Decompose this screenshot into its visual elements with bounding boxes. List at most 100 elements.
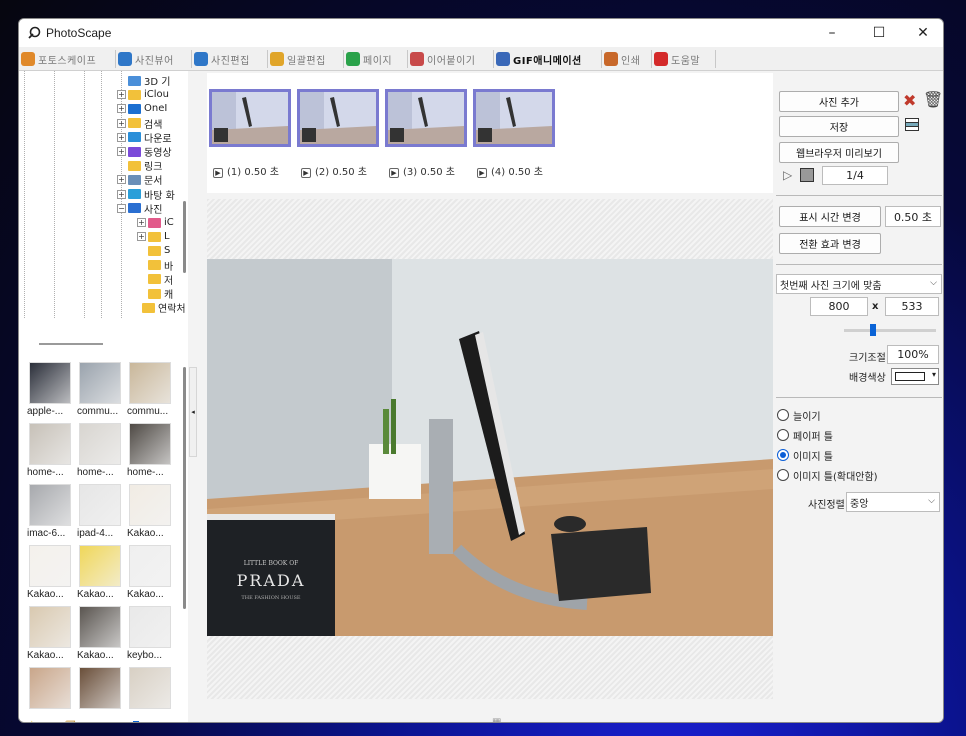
tree-item[interactable]: + iClou bbox=[117, 88, 169, 101]
tab-4[interactable]: 페이지 bbox=[346, 50, 408, 68]
rotate-icon[interactable]: ⟲ bbox=[46, 719, 56, 722]
gif-frame-thumbnail[interactable] bbox=[297, 89, 379, 147]
frame-mode-radio[interactable]: 페이퍼 틀 bbox=[777, 428, 833, 443]
add-photo-button[interactable]: 사진 추가 bbox=[779, 91, 899, 112]
thumbnail-item[interactable]: Kakao... bbox=[77, 606, 124, 664]
expand-toggle-icon[interactable]: + bbox=[117, 132, 126, 142]
thumbnail-item[interactable] bbox=[127, 667, 174, 714]
frame-duration-label[interactable]: ▶ (3) 0.50 초 bbox=[389, 163, 455, 178]
thumbnail-image[interactable] bbox=[29, 423, 71, 465]
radio-indicator[interactable] bbox=[777, 449, 789, 461]
expand-toggle-icon[interactable]: + bbox=[117, 104, 126, 114]
tree-item[interactable]: + 동영상 bbox=[117, 145, 172, 159]
close-button[interactable]: ✕ bbox=[901, 19, 943, 47]
stop-icon[interactable] bbox=[800, 168, 814, 182]
thumbnail-item[interactable]: home-... bbox=[77, 423, 124, 481]
thumbnail-image[interactable] bbox=[29, 484, 71, 526]
radio-indicator[interactable] bbox=[777, 409, 789, 421]
expand-toggle-icon[interactable]: + bbox=[117, 175, 126, 185]
tree-item[interactable]: − 사진 bbox=[117, 202, 162, 216]
maximize-button[interactable]: ☐ bbox=[857, 19, 901, 47]
thumbnail-item[interactable]: commu... bbox=[77, 362, 124, 420]
star-icon[interactable]: ★ bbox=[26, 719, 38, 722]
tree-item[interactable]: + OneI bbox=[117, 102, 167, 115]
panel-splitter[interactable] bbox=[39, 343, 103, 345]
expand-toggle-icon[interactable]: + bbox=[137, 232, 146, 242]
frame-mode-radio[interactable]: 이미지 틀 bbox=[777, 448, 833, 463]
tree-item[interactable]: + 문서 bbox=[117, 173, 162, 187]
tab-7[interactable]: 인쇄 bbox=[604, 50, 652, 68]
tree-item[interactable]: + iC bbox=[137, 216, 174, 229]
thumbnail-scrollbar[interactable] bbox=[183, 367, 186, 609]
thumbnail-item[interactable]: commu... bbox=[127, 362, 174, 420]
thumbnail-image[interactable] bbox=[79, 606, 121, 648]
browser-preview-button[interactable]: 웹브라우저 미리보기 bbox=[779, 142, 899, 163]
change-display-time-button[interactable]: 표시 시간 변경 bbox=[779, 206, 881, 227]
tree-item[interactable]: 3D 기 bbox=[117, 74, 170, 88]
tree-scrollbar[interactable] bbox=[183, 201, 186, 273]
thumbnail-image[interactable] bbox=[129, 606, 171, 648]
minimize-button[interactable]: – bbox=[810, 19, 854, 47]
tree-item[interactable]: S bbox=[137, 244, 170, 257]
thumbnail-image[interactable] bbox=[129, 545, 171, 587]
frame-list-icon[interactable] bbox=[905, 118, 919, 131]
thumbnail-image[interactable] bbox=[29, 545, 71, 587]
size-slider[interactable] bbox=[844, 329, 936, 332]
frame-duration-label[interactable]: ▶ (4) 0.50 초 bbox=[477, 163, 543, 178]
collapse-left-panel-button[interactable]: ◂ bbox=[189, 367, 197, 457]
thumbnail-item[interactable]: apple-... bbox=[27, 362, 74, 420]
size-slider-thumb[interactable] bbox=[870, 324, 876, 336]
tree-item[interactable]: 연락처 bbox=[131, 301, 186, 315]
tab-3[interactable]: 일괄편집 bbox=[270, 50, 344, 68]
bg-color-picker[interactable]: ▾ bbox=[891, 368, 939, 385]
tree-item[interactable]: + 바탕 화 bbox=[117, 188, 175, 202]
gif-frame-thumbnail[interactable] bbox=[209, 89, 291, 147]
frame-duration-label[interactable]: ▶ (2) 0.50 초 bbox=[301, 163, 367, 178]
thumbnail-image[interactable] bbox=[79, 484, 121, 526]
thumbnail-item[interactable]: home-... bbox=[127, 423, 174, 481]
thumbnail-item[interactable]: imac-6... bbox=[27, 484, 74, 542]
thumbnail-image[interactable] bbox=[129, 362, 171, 404]
checker-background-icon[interactable]: ▦ bbox=[492, 717, 501, 722]
thumbnail-item[interactable]: Kakao... bbox=[77, 545, 124, 603]
resize-field[interactable]: 100% bbox=[887, 345, 939, 364]
frame-duration-label[interactable]: ▶ (1) 0.50 초 bbox=[213, 163, 279, 178]
thumbnail-item[interactable]: home-... bbox=[27, 423, 74, 481]
tree-item[interactable]: + 다운로 bbox=[117, 131, 172, 145]
thumbnail-item[interactable]: Kakao... bbox=[127, 545, 174, 603]
thumbnail-image[interactable] bbox=[79, 423, 121, 465]
save-button[interactable]: 저장 bbox=[779, 116, 899, 137]
gif-frame-thumbnail[interactable] bbox=[473, 89, 555, 147]
tree-item[interactable]: 저 bbox=[137, 273, 173, 287]
thumbnail-item[interactable] bbox=[77, 667, 124, 714]
radio-indicator[interactable] bbox=[777, 469, 789, 481]
tab-1[interactable]: 사진뷰어 bbox=[118, 50, 192, 68]
tab-0[interactable]: 포토스케이프 bbox=[21, 50, 116, 68]
thumbnail-image[interactable] bbox=[79, 667, 121, 709]
thumbnail-image[interactable] bbox=[129, 484, 171, 526]
radio-indicator[interactable] bbox=[777, 429, 789, 441]
tree-item[interactable]: 링크 bbox=[117, 159, 162, 173]
expand-toggle-icon[interactable]: − bbox=[117, 203, 126, 213]
tree-item[interactable]: + L bbox=[137, 230, 170, 243]
tab-8[interactable]: 도움말 bbox=[654, 50, 716, 68]
expand-toggle-icon[interactable]: + bbox=[137, 218, 146, 227]
thumbnail-size-slider-thumb[interactable] bbox=[133, 721, 139, 722]
tree-item[interactable]: 캐 bbox=[137, 287, 173, 301]
folder-open-icon[interactable]: ❐ bbox=[65, 719, 76, 722]
thumbnail-image[interactable] bbox=[29, 667, 71, 709]
thumbnail-item[interactable]: keybo... bbox=[127, 606, 174, 664]
tab-6[interactable]: GIF애니메이션 bbox=[496, 50, 602, 68]
expand-toggle-icon[interactable]: + bbox=[117, 147, 126, 156]
trash-icon[interactable]: 🗑 bbox=[923, 90, 943, 109]
thumbnail-image[interactable] bbox=[129, 667, 171, 709]
thumbnail-item[interactable]: Kakao... bbox=[27, 606, 74, 664]
frame-mode-radio[interactable]: 늘이기 bbox=[777, 408, 821, 423]
width-field[interactable]: 800 bbox=[810, 297, 868, 316]
thumbnail-image[interactable] bbox=[29, 362, 71, 404]
tab-2[interactable]: 사진편집 bbox=[194, 50, 268, 68]
thumbnail-item[interactable] bbox=[27, 667, 74, 714]
tab-5[interactable]: 이어붙이기 bbox=[410, 50, 494, 68]
change-transition-button[interactable]: 전환 효과 변경 bbox=[779, 233, 881, 254]
thumbnail-image[interactable] bbox=[79, 545, 121, 587]
